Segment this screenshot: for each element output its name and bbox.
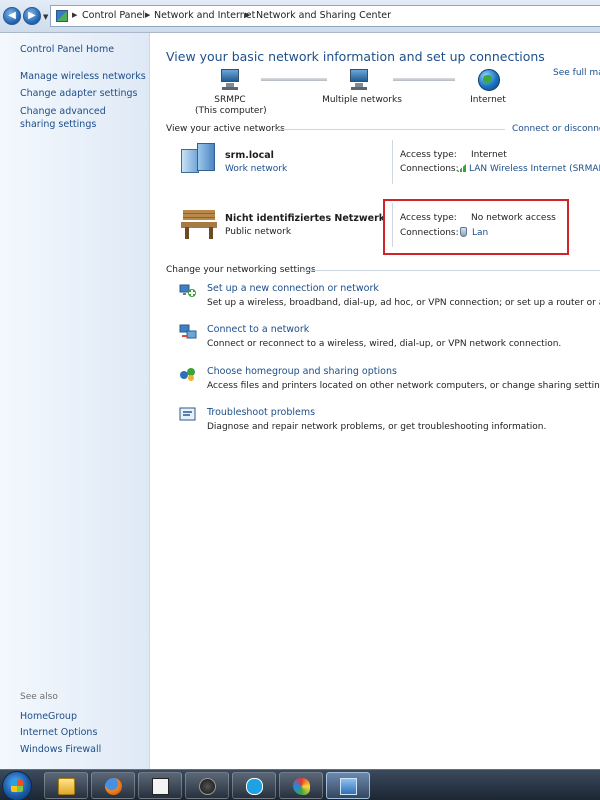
highlight-box xyxy=(383,199,569,255)
history-dropdown-icon[interactable]: ▼ xyxy=(43,13,48,21)
section-divider xyxy=(275,129,505,130)
taskbar-skype[interactable] xyxy=(232,772,276,799)
chevron-right-icon[interactable]: ▶ xyxy=(245,11,250,19)
new-connection-icon xyxy=(179,284,196,297)
taskbar-srm-torque[interactable] xyxy=(138,772,182,799)
see-full-map-link[interactable]: See full map xyxy=(553,68,600,78)
sidebar-item-manage-wireless[interactable]: Manage wireless networks xyxy=(20,70,146,83)
sidebar-item-homegroup[interactable]: HomeGroup xyxy=(20,710,77,723)
connect-disconnect-link[interactable]: Connect or disconnect xyxy=(512,124,600,134)
map-node-internet[interactable]: Internet xyxy=(461,95,515,106)
chevron-right-icon[interactable]: ▶ xyxy=(72,11,77,19)
taskbar-network-center[interactable] xyxy=(326,772,370,799)
paint-palette-icon xyxy=(293,778,310,795)
taskbar xyxy=(0,769,600,800)
firefox-icon xyxy=(105,778,122,795)
map-connector xyxy=(393,78,455,81)
connect-network-link[interactable]: Connect to a network xyxy=(207,324,309,335)
page-title: View your basic network information and … xyxy=(166,49,545,64)
start-button[interactable] xyxy=(2,771,32,800)
main-panel: View your basic network information and … xyxy=(151,33,600,769)
sidebar-item-adapter-settings[interactable]: Change adapter settings xyxy=(20,87,137,100)
see-also-heading: See also xyxy=(20,692,58,702)
breadcrumb-network-internet[interactable]: Network and Internet xyxy=(154,10,255,21)
active-networks-heading: View your active networks xyxy=(166,124,285,134)
map-node-computer[interactable]: SRMPC (This computer) xyxy=(195,95,267,117)
computer-icon xyxy=(219,69,241,91)
divider xyxy=(392,140,393,184)
network-type: Public network xyxy=(225,227,292,237)
section-divider xyxy=(301,270,600,271)
domain-network-icon xyxy=(181,143,217,173)
connect-network-icon xyxy=(179,324,197,339)
task-description: Access files and printers located on oth… xyxy=(207,381,600,391)
srm-icon xyxy=(199,778,216,795)
taskbar-srm[interactable] xyxy=(185,772,229,799)
internet-globe-icon xyxy=(478,69,500,91)
troubleshoot-link[interactable]: Troubleshoot problems xyxy=(207,407,315,418)
chevron-right-icon[interactable]: ▶ xyxy=(145,11,150,19)
troubleshoot-icon xyxy=(179,407,196,421)
homegroup-sharing-link[interactable]: Choose homegroup and sharing options xyxy=(207,366,397,377)
map-connector xyxy=(261,78,327,81)
arrow-left-icon: ◀ xyxy=(8,10,16,21)
forward-button[interactable]: ▶ xyxy=(23,7,41,25)
breadcrumb[interactable]: ▶ Control Panel ▶ Network and Internet ▶… xyxy=(50,5,600,27)
setup-connection-link[interactable]: Set up a new connection or network xyxy=(207,283,379,294)
skype-icon xyxy=(246,778,263,795)
folder-icon xyxy=(58,778,75,795)
task-description: Diagnose and repair network problems, or… xyxy=(207,422,547,432)
sidebar-item-internet-options[interactable]: Internet Options xyxy=(20,726,97,739)
sidebar-item-windows-firewall[interactable]: Windows Firewall xyxy=(20,743,101,756)
sidebar-item-advanced-sharing[interactable]: Change advanced sharing settings xyxy=(20,105,138,131)
srm-torque-icon xyxy=(152,778,169,795)
sidebar-item-control-panel-home[interactable]: Control Panel Home xyxy=(20,43,114,56)
breadcrumb-sharing-center[interactable]: Network and Sharing Center xyxy=(256,10,391,21)
taskbar-firefox[interactable] xyxy=(91,772,135,799)
task-description: Set up a wireless, broadband, dial-up, a… xyxy=(207,298,600,308)
sidebar: Control Panel Home Manage wireless netwo… xyxy=(0,33,150,769)
access-type-label: Access type: xyxy=(400,150,457,160)
address-bar: ◀ ▶ ▼ ▶ Control Panel ▶ Network and Inte… xyxy=(0,0,600,33)
network-type-link[interactable]: Work network xyxy=(225,164,287,174)
wireless-signal-icon xyxy=(457,164,466,172)
public-network-bench-icon xyxy=(181,208,217,240)
access-type-value: Internet xyxy=(471,150,507,160)
network-name: srm.local xyxy=(225,150,274,161)
arrow-right-icon: ▶ xyxy=(28,10,36,21)
back-button[interactable]: ◀ xyxy=(3,7,21,25)
map-node-multiple-networks[interactable]: Multiple networks xyxy=(317,95,407,106)
task-description: Connect or reconnect to a wireless, wire… xyxy=(207,339,562,349)
multiple-networks-icon xyxy=(348,69,370,91)
connection-link[interactable]: LAN Wireless Internet (SRMAP) xyxy=(457,164,600,174)
connections-label: Connections: xyxy=(400,164,459,174)
taskbar-paint[interactable] xyxy=(279,772,323,799)
taskbar-explorer[interactable] xyxy=(44,772,88,799)
breadcrumb-control-panel[interactable]: Control Panel xyxy=(82,10,145,21)
network-name: Nicht identifiziertes Netzwerk xyxy=(225,213,386,224)
change-settings-heading: Change your networking settings xyxy=(166,265,316,275)
homegroup-icon xyxy=(180,368,195,381)
network-center-icon xyxy=(340,778,357,795)
control-panel-icon xyxy=(56,10,68,22)
